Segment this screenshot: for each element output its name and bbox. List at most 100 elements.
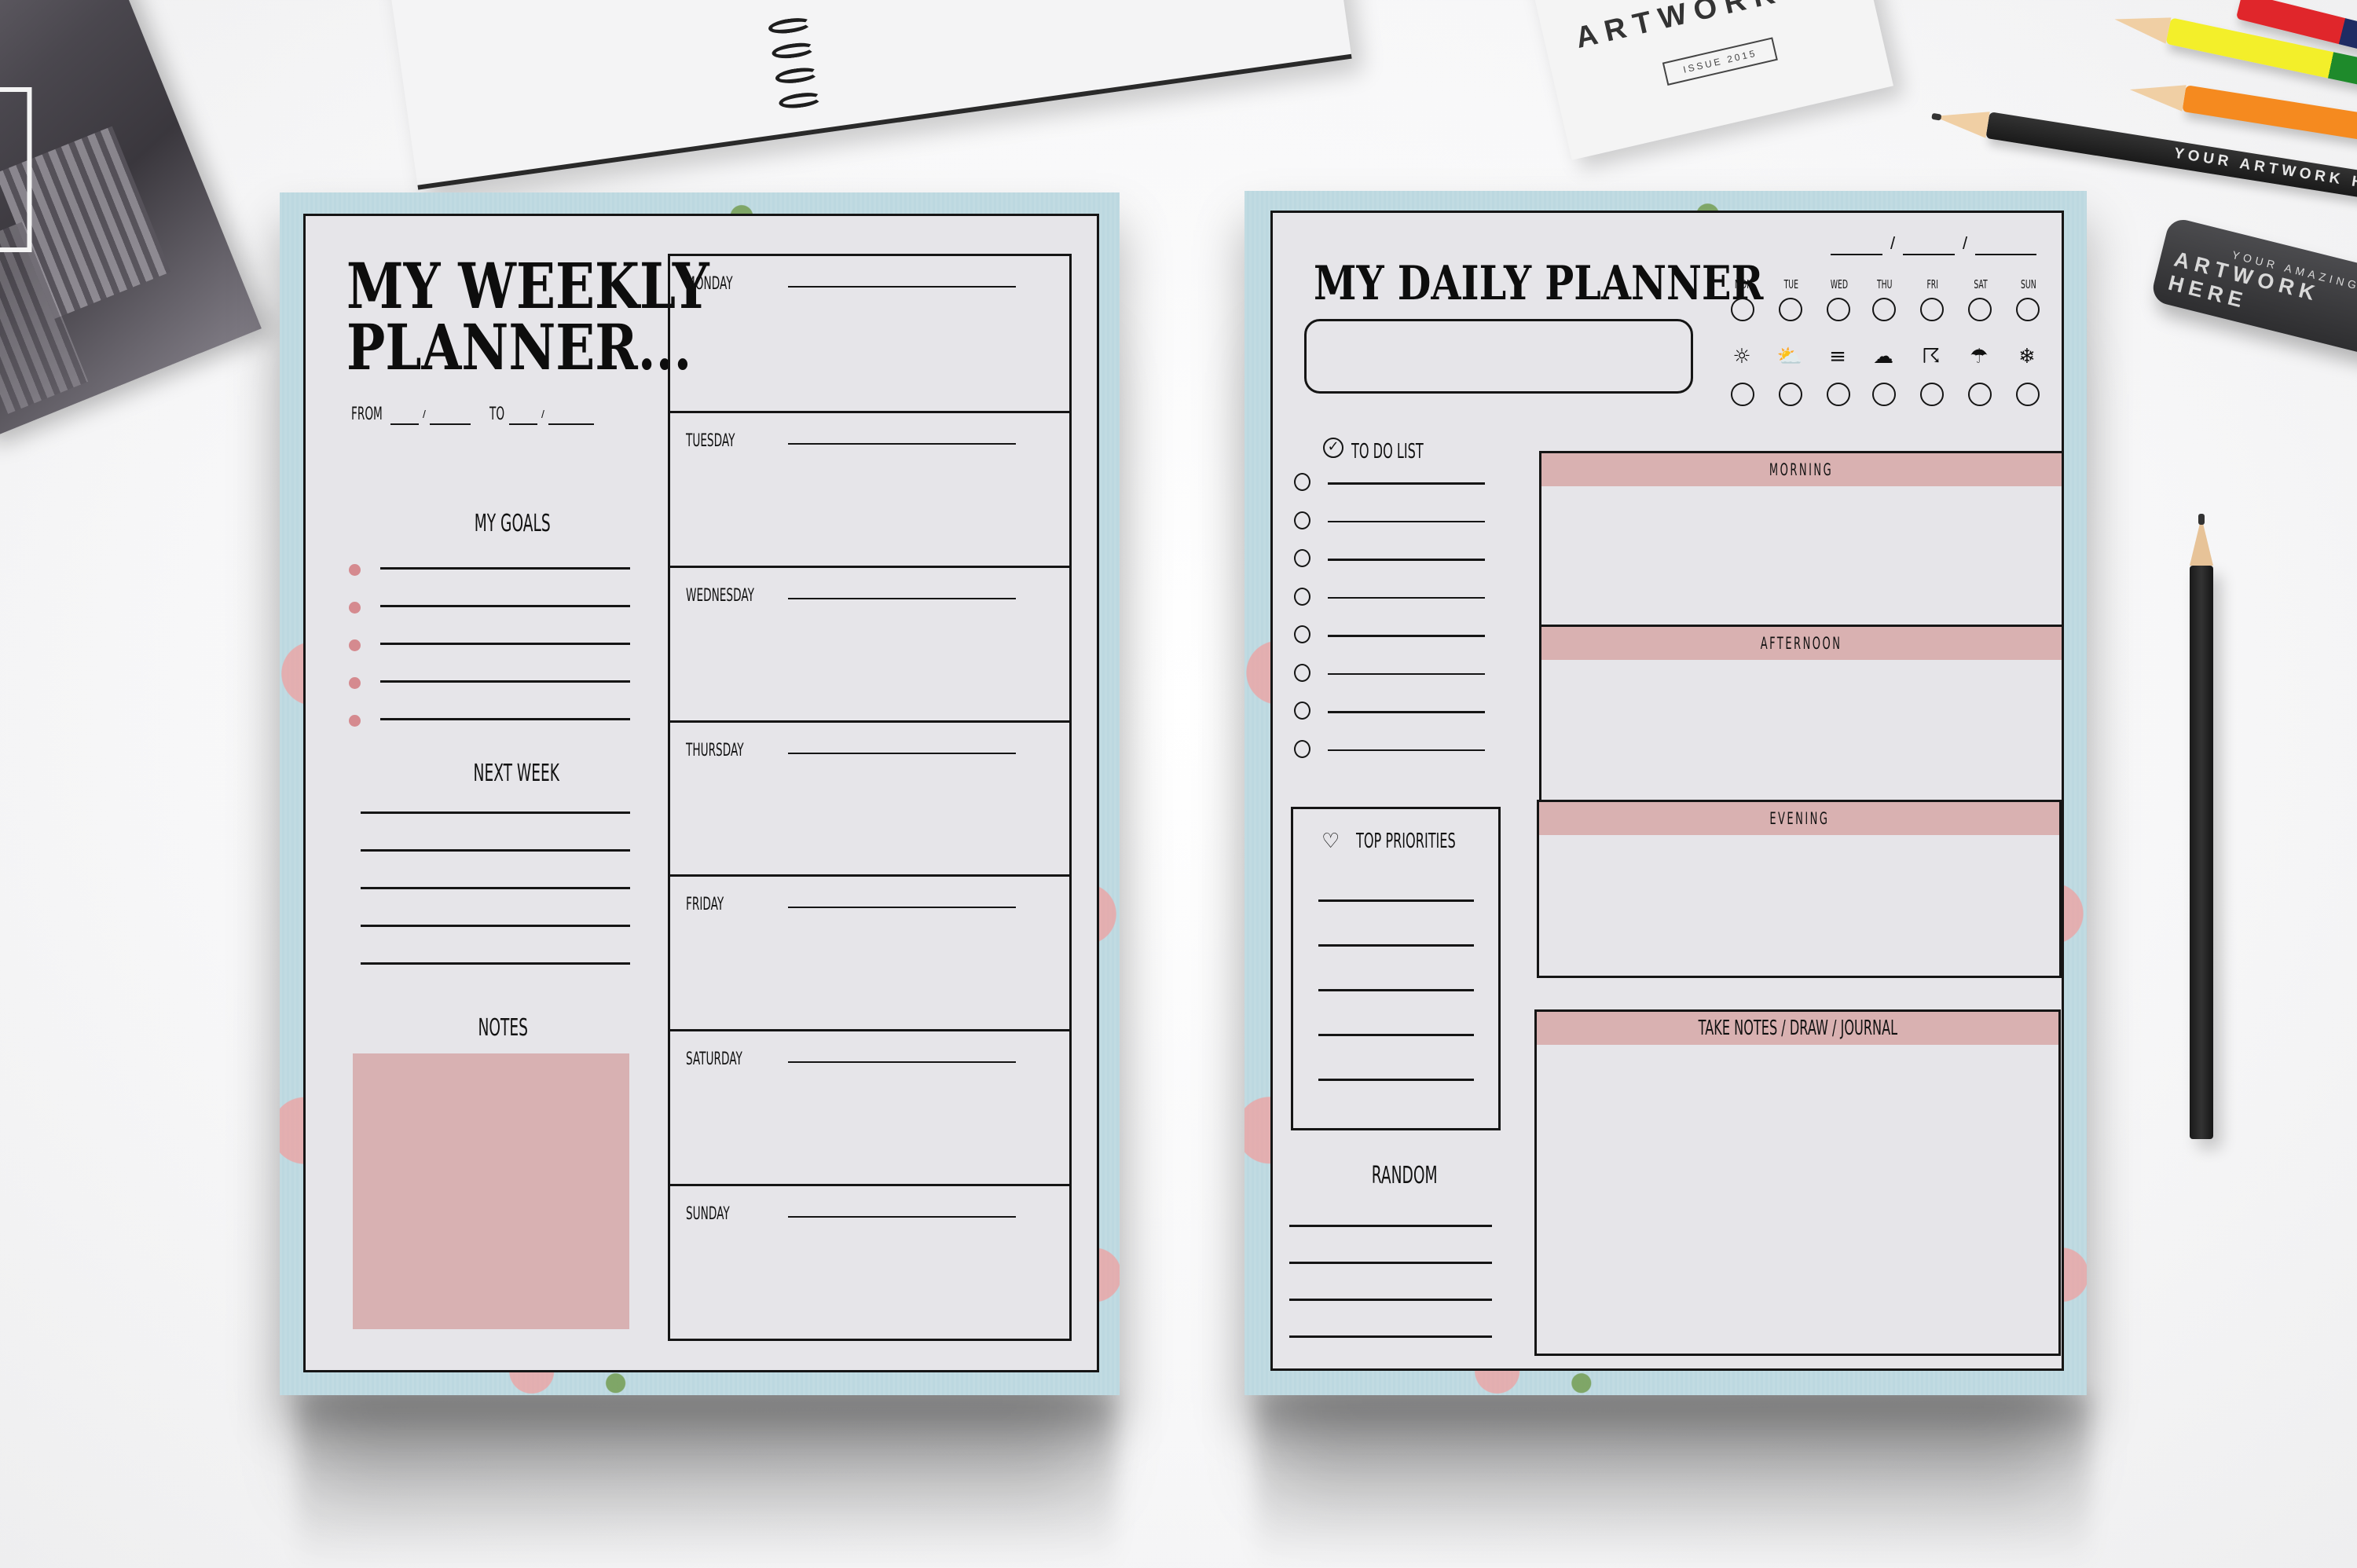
day-cell-friday[interactable]: FRIDAY xyxy=(670,874,1069,1029)
random-line-field[interactable] xyxy=(1289,1335,1492,1338)
weather-select-circle[interactable] xyxy=(2016,383,2040,406)
day-title-line-field[interactable] xyxy=(788,752,1016,754)
from-month-field[interactable] xyxy=(390,423,419,425)
weekday-select-circle[interactable] xyxy=(1779,298,1802,321)
to-day-field[interactable] xyxy=(548,423,594,425)
wind-icon: ≡ xyxy=(1829,345,1846,368)
daily-name-field[interactable] xyxy=(1304,319,1693,394)
priority-line-field[interactable] xyxy=(1318,989,1474,991)
notes-heading: NOTES xyxy=(463,1014,527,1042)
journal-block[interactable]: TAKE NOTES / DRAW / JOURNAL xyxy=(1534,1009,2061,1356)
weather-select-circle[interactable] xyxy=(1968,383,1992,406)
todo-checkbox[interactable] xyxy=(1294,739,1310,758)
spiral-notebook xyxy=(376,0,1352,190)
todo-checkbox[interactable] xyxy=(1294,511,1310,529)
weekday-select-circle[interactable] xyxy=(1731,298,1754,321)
day-title-line-field[interactable] xyxy=(788,442,1016,445)
notebook-spiral-ring xyxy=(774,65,819,86)
to-separator: / xyxy=(541,408,544,420)
from-separator: / xyxy=(423,408,426,420)
weekday-label-text: FRI xyxy=(1926,277,1939,291)
day-cell-saturday[interactable]: SATURDAY xyxy=(670,1029,1069,1184)
from-day-field[interactable] xyxy=(430,423,471,425)
random-line-field[interactable] xyxy=(1289,1262,1492,1264)
todo-checkbox[interactable] xyxy=(1294,587,1310,606)
todo-line-field[interactable] xyxy=(1328,482,1485,485)
notebook-spiral-ring xyxy=(767,16,812,36)
weather-select-circle[interactable] xyxy=(1920,383,1944,406)
goal-line-field[interactable] xyxy=(380,605,630,607)
pencil-tip xyxy=(2128,76,2187,112)
todo-line-field[interactable] xyxy=(1328,559,1485,561)
goal-line-field[interactable] xyxy=(380,643,630,645)
next-week-line-field[interactable] xyxy=(361,962,630,965)
weekly-title-line1: MY WEEKLY xyxy=(346,249,709,323)
random-line-field[interactable] xyxy=(1289,1299,1492,1301)
checkmark-circle-icon: ✓ xyxy=(1323,438,1343,458)
weekday-select-circle[interactable] xyxy=(2016,298,2040,321)
afternoon-label: AFTERNOON xyxy=(1761,634,1842,653)
day-cell-thursday[interactable]: THURSDAY xyxy=(670,720,1069,875)
evening-block[interactable]: EVENING xyxy=(1537,800,2062,978)
day-cell-monday[interactable]: MONDAY xyxy=(670,256,1069,411)
weather-select-circle[interactable] xyxy=(1827,383,1850,406)
daily-planner-sheet: MY DAILY PLANNER / / MON ☼ TUE ⛅ WED ≡ THU ☁ FRI… xyxy=(1270,211,2064,1371)
weekday-label: TUE xyxy=(1774,277,1809,291)
weather-select-circle[interactable] xyxy=(1731,383,1754,406)
todo-checkbox[interactable] xyxy=(1294,549,1310,567)
next-week-line-field[interactable] xyxy=(361,925,630,927)
weekday-select-circle[interactable] xyxy=(1872,298,1896,321)
todo-line-field[interactable] xyxy=(1328,635,1485,637)
goal-bullet-dot xyxy=(349,564,361,576)
day-cell-wednesday[interactable]: WEDNESDAY xyxy=(670,565,1069,720)
day-title-line-field[interactable] xyxy=(788,907,1016,909)
priority-line-field[interactable] xyxy=(1318,1034,1474,1036)
notes-area[interactable] xyxy=(353,1053,629,1329)
todo-line-field[interactable] xyxy=(1328,672,1485,675)
days-grid: MONDAY TUESDAY WEDNESDAY THURSDAY FRIDAY SATU… xyxy=(668,254,1072,1341)
next-week-line-field[interactable] xyxy=(361,887,630,889)
pencil-lead xyxy=(2198,514,2205,525)
weather-select-circle[interactable] xyxy=(1779,383,1802,406)
sun-icon: ☼ xyxy=(1732,345,1751,368)
priority-line-field[interactable] xyxy=(1318,1079,1474,1081)
morning-block[interactable]: MORNING xyxy=(1539,451,2064,627)
next-week-line-field[interactable] xyxy=(361,811,630,814)
day-cell-tuesday[interactable]: TUESDAY xyxy=(670,410,1069,566)
priority-line-field[interactable] xyxy=(1318,944,1474,947)
todo-checkbox[interactable] xyxy=(1294,663,1310,682)
todo-line-field[interactable] xyxy=(1328,596,1485,599)
weekly-planner-page: MY WEEKLY PLANNER... FROM / TO / MY GOAL… xyxy=(280,192,1120,1395)
goal-line-field[interactable] xyxy=(380,718,630,720)
weekly-title-line2: PLANNER... xyxy=(346,310,692,384)
orange-pencil xyxy=(2128,76,2357,148)
to-month-field[interactable] xyxy=(509,423,537,425)
day-title-line-field[interactable] xyxy=(788,1216,1016,1218)
todo-line-field[interactable] xyxy=(1328,520,1485,522)
weekday-select-circle[interactable] xyxy=(1968,298,1992,321)
date-month-field[interactable] xyxy=(1831,254,1882,255)
black-pencil-vertical xyxy=(2190,514,2213,1139)
goal-line-field[interactable] xyxy=(380,567,630,570)
todo-checkbox[interactable] xyxy=(1294,473,1310,491)
pencil-tip xyxy=(2111,5,2172,44)
day-title-line-field[interactable] xyxy=(788,286,1016,288)
next-week-line-field[interactable] xyxy=(361,849,630,852)
date-year-field[interactable] xyxy=(1975,254,2036,255)
goal-line-field[interactable] xyxy=(380,680,630,683)
day-title-line-field[interactable] xyxy=(788,597,1016,599)
afternoon-block[interactable]: AFTERNOON xyxy=(1539,625,2064,802)
weekday-select-circle[interactable] xyxy=(1827,298,1850,321)
date-day-field[interactable] xyxy=(1903,254,1955,255)
day-title-line-field[interactable] xyxy=(788,1061,1016,1064)
daily-title: MY DAILY PLANNER xyxy=(1314,256,1764,311)
weather-select-circle[interactable] xyxy=(1872,383,1896,406)
random-line-field[interactable] xyxy=(1289,1225,1492,1227)
weekday-select-circle[interactable] xyxy=(1920,298,1944,321)
todo-line-field[interactable] xyxy=(1328,711,1485,713)
priority-line-field[interactable] xyxy=(1318,899,1474,902)
todo-line-field[interactable] xyxy=(1328,749,1485,751)
todo-checkbox[interactable] xyxy=(1294,702,1310,720)
day-cell-sunday[interactable]: SUNDAY xyxy=(670,1184,1069,1339)
todo-checkbox[interactable] xyxy=(1294,625,1310,643)
